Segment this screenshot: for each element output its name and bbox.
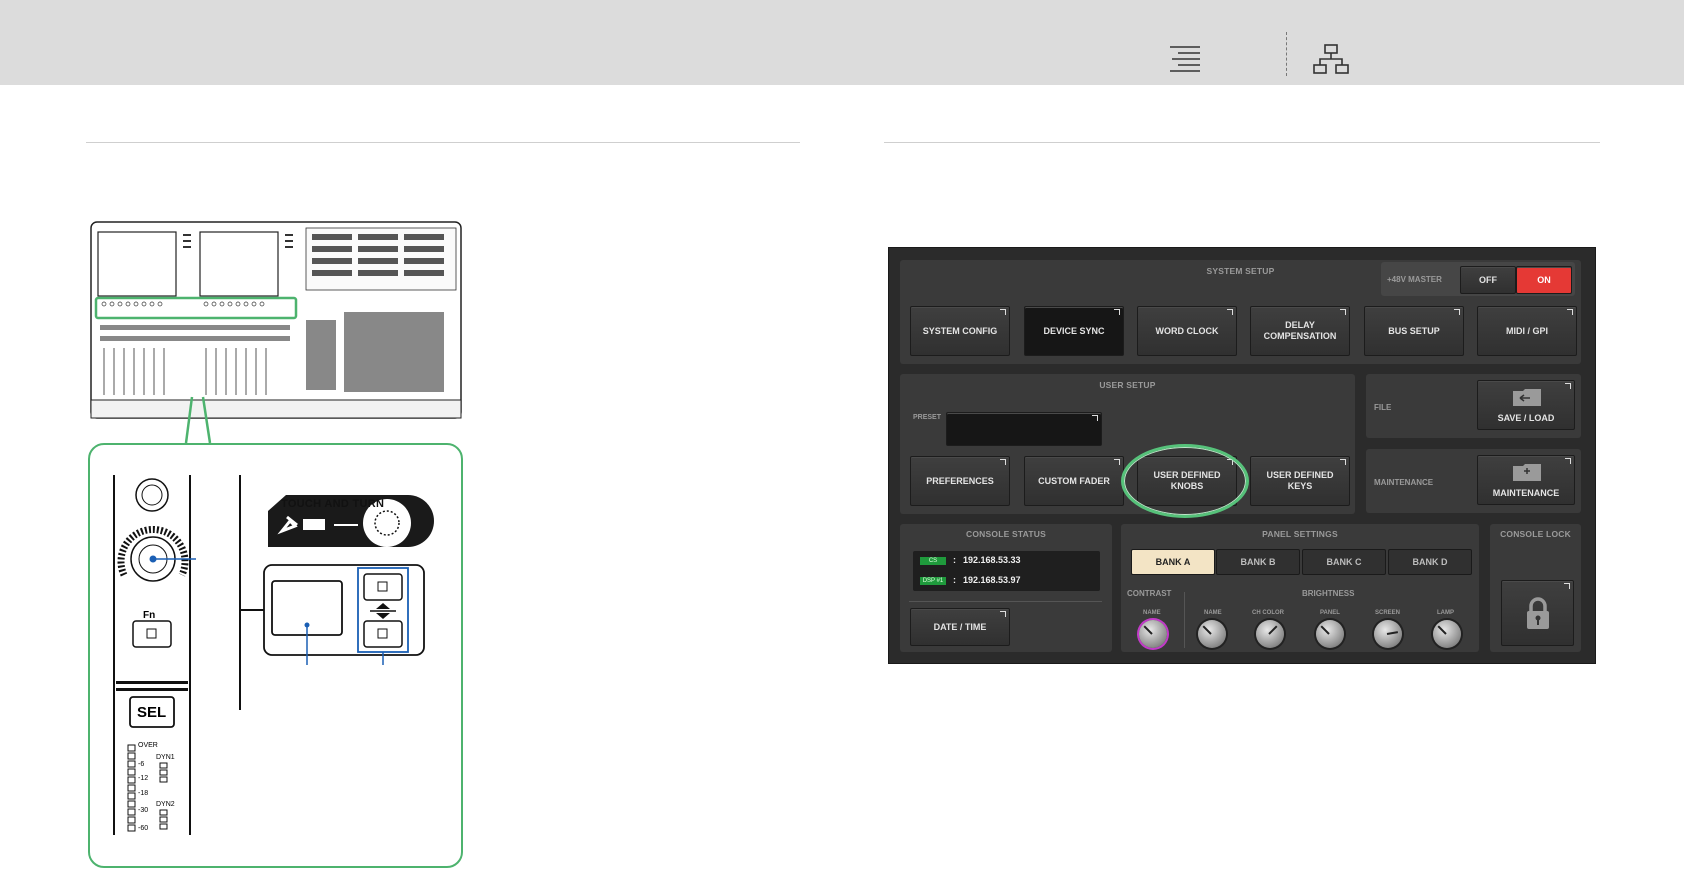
meter-label-18: -18	[138, 790, 149, 797]
preset-label: PRESET	[913, 414, 942, 421]
folder-icon	[1513, 389, 1541, 406]
cs-badge: CS	[920, 557, 946, 565]
screen-knob-label: SCREEN	[1375, 610, 1401, 616]
brightness-name-knob[interactable]	[1198, 620, 1226, 648]
preferences-label: PREFERENCES	[926, 475, 994, 486]
system-config-label: SYSTEM CONFIG	[922, 325, 998, 336]
dsp-separator: :	[953, 575, 956, 585]
contrast-brightness-divider	[1184, 592, 1185, 648]
panel-knob-label: PANEL	[1320, 610, 1340, 616]
lamp-knob[interactable]	[1433, 620, 1461, 648]
contrast-name-knob-label: NAME	[1143, 610, 1161, 616]
save-load-label: SAVE / LOAD	[1497, 413, 1555, 423]
dyn1-label: DYN1	[156, 754, 175, 761]
dsp-badge: DSP #1	[920, 577, 946, 585]
section-rule-left	[86, 142, 800, 143]
maintenance-folder-icon	[1513, 464, 1541, 481]
section-rule-right	[884, 142, 1600, 143]
user-defined-keys-label: USER DEFINED KEYS	[1266, 470, 1334, 491]
bus-setup-label: BUS SETUP	[1388, 325, 1440, 336]
midi-gpi-button[interactable]: MIDI / GPI	[1477, 306, 1577, 356]
bank-b-button[interactable]: BANK B	[1216, 549, 1300, 575]
phantom-off-button[interactable]: OFF	[1460, 266, 1516, 294]
contrast-label: CONTRAST	[1127, 589, 1172, 598]
console-lock-button[interactable]	[1501, 580, 1574, 646]
status-divider	[909, 601, 1102, 602]
phantom-on-button[interactable]: ON	[1516, 266, 1572, 294]
meter-label-12: -12	[138, 775, 149, 782]
top-bar	[0, 0, 1684, 85]
menu-lines-icon[interactable]	[1168, 45, 1202, 73]
meter-label-30: -30	[138, 807, 149, 814]
word-clock-button[interactable]: WORD CLOCK	[1137, 306, 1237, 356]
ch-color-knob[interactable]	[1256, 620, 1284, 648]
toolbar-separator	[1286, 32, 1287, 76]
device-sync-label: DEVICE SYNC	[1043, 325, 1105, 336]
phantom-master-label: +48V MASTER	[1387, 275, 1442, 284]
delay-compensation-label: DELAY COMPENSATION	[1263, 320, 1337, 341]
panel-settings-panel: PANEL SETTINGS	[1121, 524, 1479, 652]
meter-label-60: -60	[138, 825, 149, 832]
lamp-knob-label: LAMP	[1437, 610, 1454, 616]
knobs-highlight-ring	[1121, 444, 1249, 518]
user-setup-title: USER SETUP	[1099, 380, 1156, 390]
file-label: FILE	[1374, 403, 1392, 412]
system-config-button[interactable]: SYSTEM CONFIG	[910, 306, 1010, 356]
brightness-name-knob-label: NAME	[1204, 610, 1222, 616]
control-detail-panel: Fn SEL OVER -6 -12 -18 -30 -60 DYN1 DYN2	[88, 443, 463, 868]
user-defined-keys-button[interactable]: USER DEFINED KEYS	[1250, 456, 1350, 506]
brightness-label: BRIGHTNESS	[1302, 589, 1355, 598]
sel-button-label: SEL	[137, 704, 167, 721]
screen-knob[interactable]	[1374, 620, 1402, 648]
panel-settings-title: PANEL SETTINGS	[1262, 529, 1338, 539]
panel-knob[interactable]	[1316, 620, 1344, 648]
fn-button-label: Fn	[143, 610, 156, 621]
console-status-title: CONSOLE STATUS	[966, 529, 1046, 539]
lock-icon	[1526, 597, 1549, 629]
save-load-button[interactable]: SAVE / LOAD	[1477, 380, 1575, 430]
preferences-button[interactable]: PREFERENCES	[910, 456, 1010, 506]
preset-field[interactable]	[946, 412, 1102, 446]
custom-fader-button[interactable]: CUSTOM FADER	[1024, 456, 1124, 506]
ip-address-list: CS : 192.168.53.33 DSP #1 : 192.168.53.9…	[913, 551, 1100, 591]
device-sync-button[interactable]: DEVICE SYNC	[1024, 306, 1124, 356]
bank-c-button[interactable]: BANK C	[1302, 549, 1386, 575]
meter-label-over: OVER	[138, 742, 158, 749]
contrast-name-knob[interactable]	[1139, 620, 1167, 648]
maintenance-button[interactable]: MAINTENANCE	[1477, 455, 1575, 505]
word-clock-label: WORD CLOCK	[1155, 325, 1219, 336]
sitemap-icon[interactable]	[1313, 44, 1349, 74]
midi-gpi-label: MIDI / GPI	[1505, 325, 1548, 336]
date-time-button[interactable]: DATE / TIME	[910, 608, 1010, 646]
date-time-label: DATE / TIME	[933, 621, 987, 632]
cs-ip: 192.168.53.33	[963, 555, 1021, 565]
delay-compensation-button[interactable]: DELAY COMPENSATION	[1250, 306, 1350, 356]
custom-fader-label: CUSTOM FADER	[1038, 475, 1110, 486]
dsp-ip: 192.168.53.97	[963, 575, 1021, 585]
console-lock-title: CONSOLE LOCK	[1500, 529, 1571, 539]
maintenance-label: MAINTENANCE	[1374, 478, 1434, 487]
cs-separator: :	[953, 555, 956, 565]
bus-setup-button[interactable]: BUS SETUP	[1364, 306, 1464, 356]
ch-color-knob-label: CH COLOR	[1252, 610, 1284, 616]
bank-d-button[interactable]: BANK D	[1388, 549, 1472, 575]
maintenance-button-label: MAINTENANCE	[1492, 488, 1560, 498]
touch-and-turn-label: TOUCH AND TURN	[281, 498, 385, 510]
bank-a-button[interactable]: BANK A	[1131, 549, 1215, 575]
console-overview-illustration	[90, 221, 462, 419]
dyn2-label: DYN2	[156, 801, 175, 808]
meter-label-6: -6	[138, 761, 145, 768]
